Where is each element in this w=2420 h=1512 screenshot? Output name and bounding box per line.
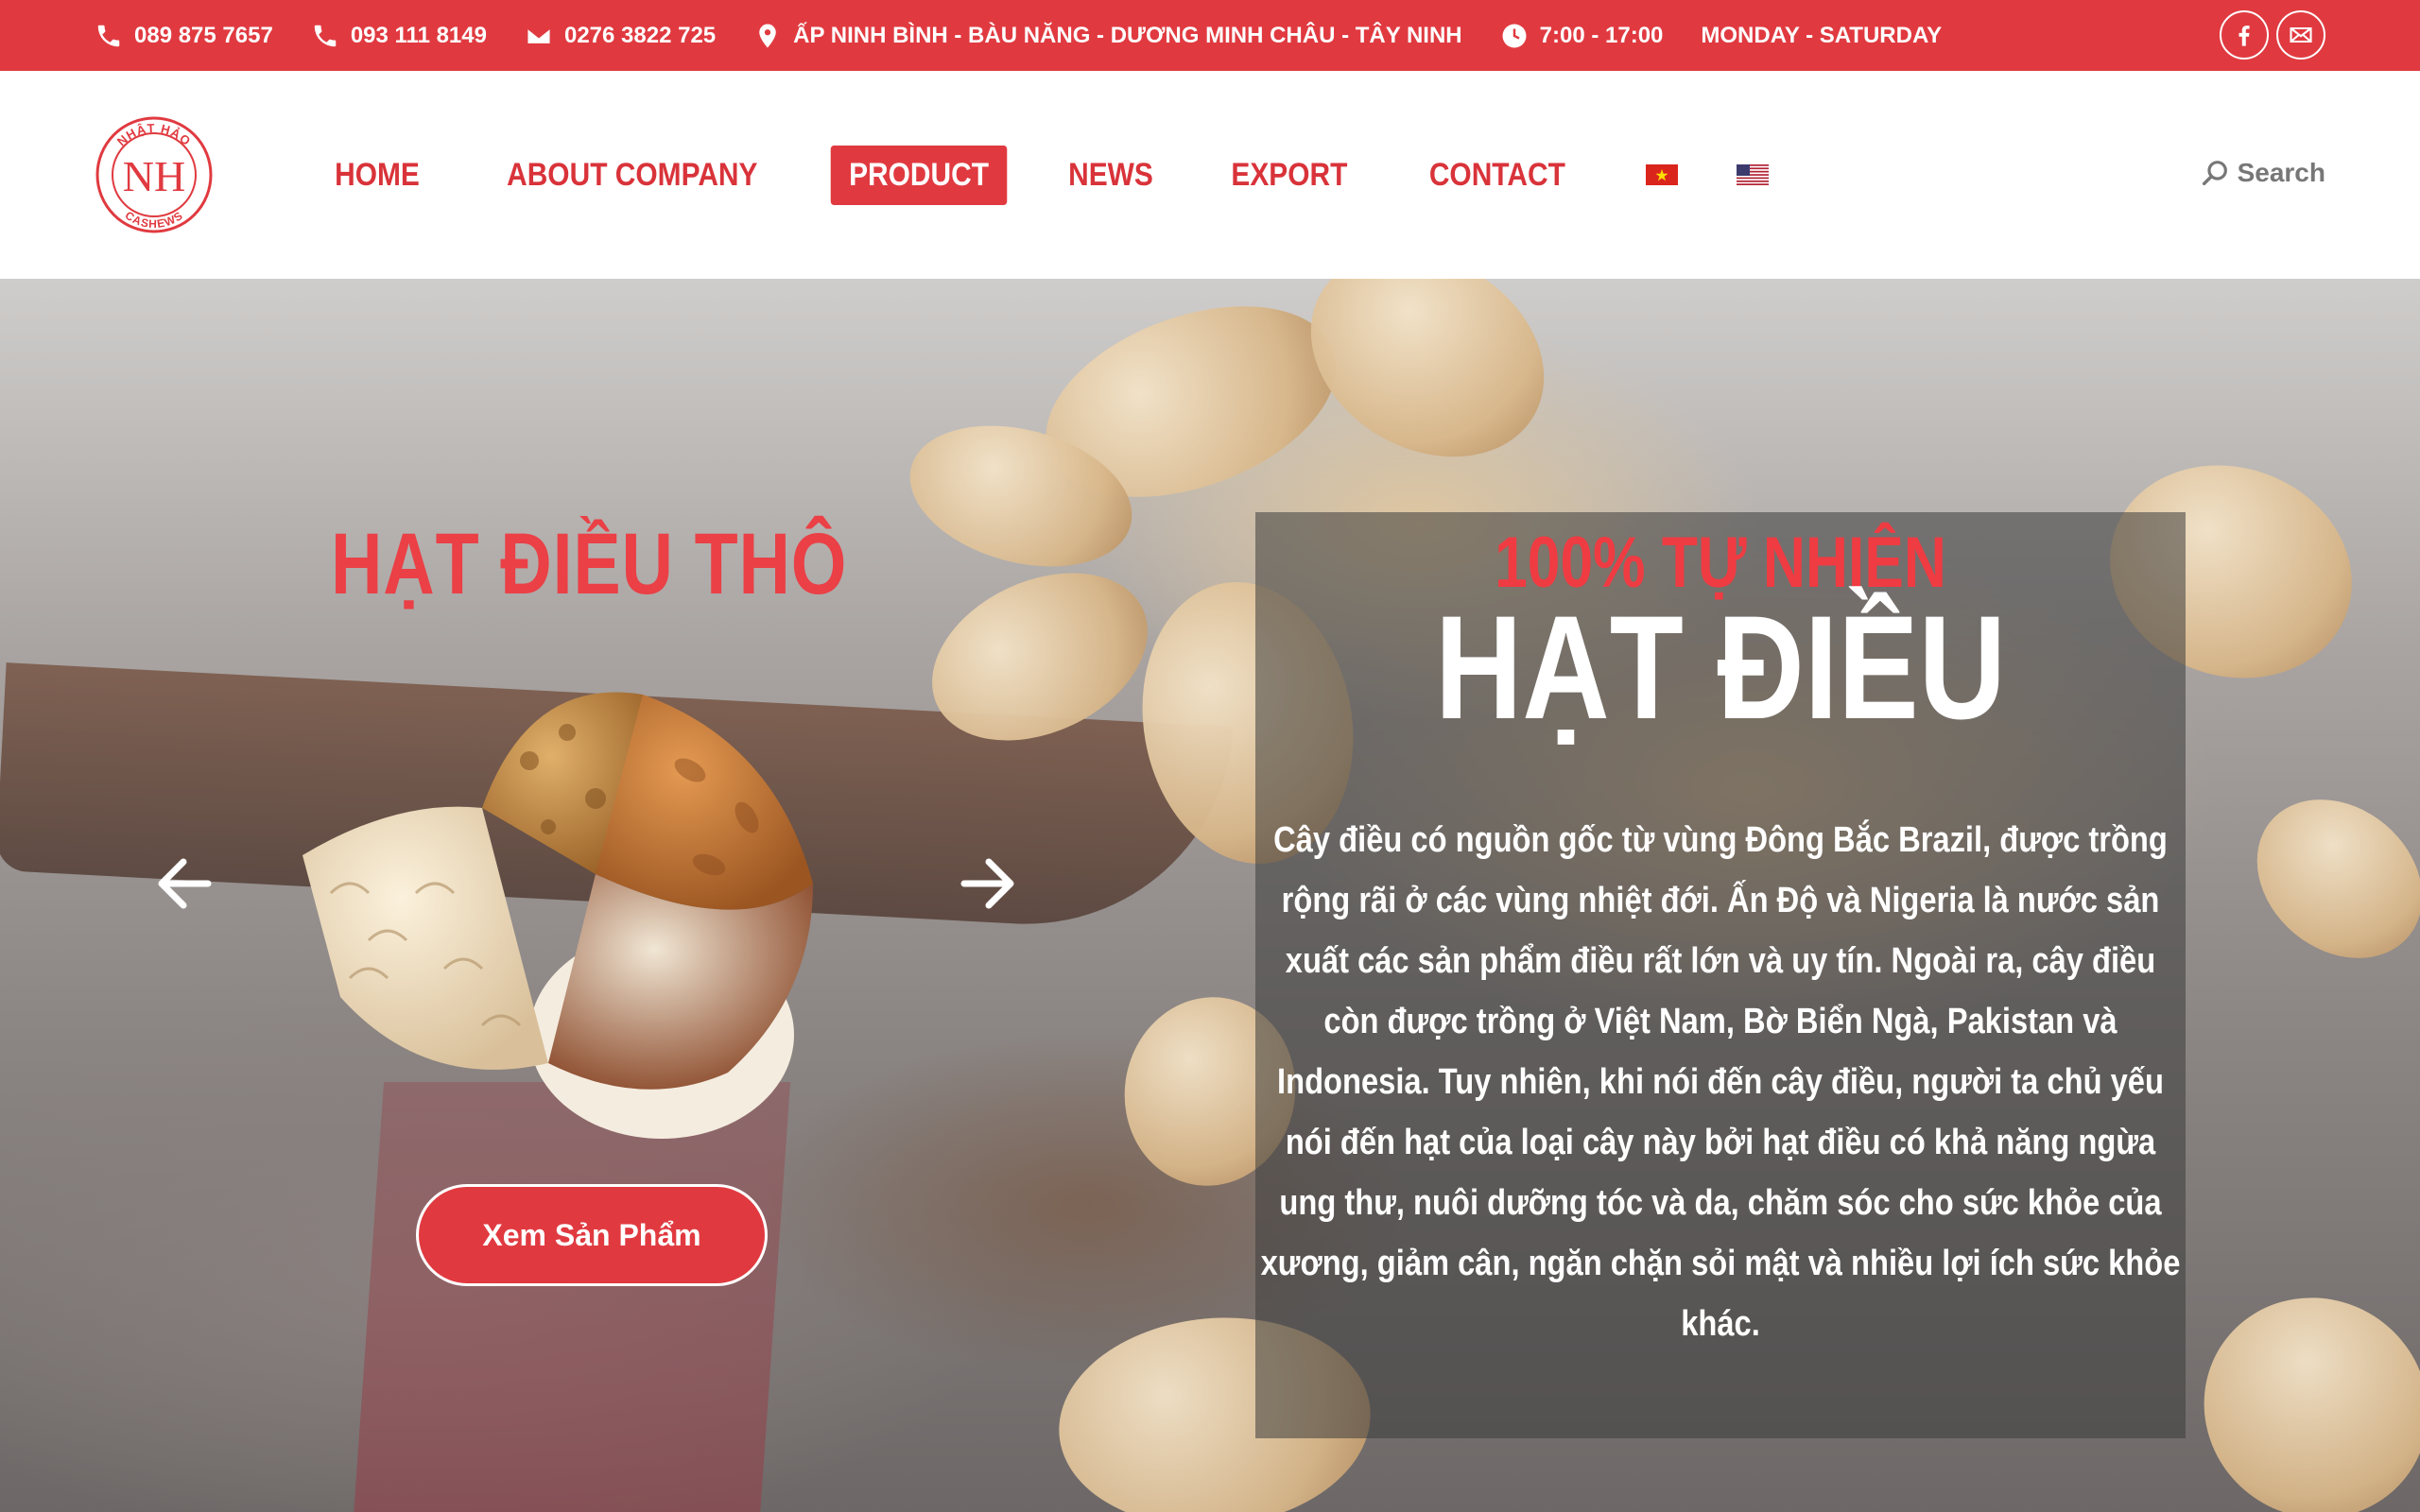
social-links bbox=[2220, 10, 2325, 60]
days-text: MONDAY - SATURDAY bbox=[1701, 22, 1943, 48]
hours-info: 7:00 - 17:00 bbox=[1500, 22, 1664, 50]
nav-export[interactable]: EXPORT bbox=[1213, 146, 1366, 205]
mixed-nuts-image bbox=[302, 692, 813, 1139]
nav-about-company[interactable]: ABOUT COMPANY bbox=[489, 146, 776, 205]
top-contact-bar: 089 875 7657 093 111 8149 0276 3822 725 … bbox=[0, 0, 2420, 71]
facebook-button[interactable] bbox=[2220, 10, 2269, 60]
nav-news[interactable]: NEWS bbox=[1049, 146, 1170, 205]
arrow-left-icon bbox=[158, 858, 212, 909]
phone-contact-2[interactable]: 093 111 8149 bbox=[311, 22, 487, 50]
main-navigation: HOME ABOUT COMPANY PRODUCT NEWS EXPORT C… bbox=[308, 145, 1799, 205]
hero-info-panel: 100% TỰ NHIÊN HẠT ĐIỀU Cây điều có nguồn… bbox=[1255, 512, 2186, 1438]
hero-slider: HẠT ĐIỀU THÔ Xem Sản Phẩm 100% TỰ NHIÊN … bbox=[0, 279, 2420, 1512]
fax-number: 0276 3822 725 bbox=[563, 22, 717, 48]
slider-prev-button[interactable] bbox=[151, 850, 217, 917]
panel-description: Cây điều có nguồn gốc từ vùng Đông Bắc B… bbox=[1260, 820, 2181, 1344]
location-pin-icon bbox=[759, 24, 776, 47]
address-contact: ẤP NINH BÌNH - BÀU NĂNG - DƯƠNG MINH CHÂ… bbox=[753, 22, 1462, 50]
cashew-decor bbox=[2160, 1253, 2420, 1512]
phone-number-2: 093 111 8149 bbox=[350, 22, 487, 48]
address-text: ẤP NINH BÌNH - BÀU NĂNG - DƯƠNG MINH CHÂ… bbox=[793, 22, 1462, 48]
vietnam-flag-icon[interactable] bbox=[1646, 164, 1679, 185]
usa-flag-icon[interactable] bbox=[1737, 164, 1770, 185]
logo-emblem: NHẬT HẢO CASHEWS NH bbox=[95, 116, 213, 233]
hours-text: 7:00 - 17:00 bbox=[1539, 22, 1664, 48]
clock-icon bbox=[1502, 24, 1527, 47]
phone-icon bbox=[97, 25, 120, 46]
envelope-icon bbox=[526, 26, 552, 45]
slider-next-button[interactable] bbox=[955, 850, 1021, 917]
search-icon bbox=[2202, 161, 2227, 186]
site-header: NHẬT HẢO CASHEWS NH HOME ABOUT COMPANY P… bbox=[0, 71, 2420, 279]
email-contact[interactable]: 0276 3822 725 bbox=[525, 22, 716, 50]
logo-mark-text: NH bbox=[123, 152, 185, 200]
hero-left-title: HẠT ĐIỀU THÔ bbox=[331, 516, 848, 612]
search-button[interactable]: Search bbox=[2200, 158, 2325, 188]
company-logo[interactable]: NHẬT HẢO CASHEWS NH bbox=[95, 115, 214, 234]
mail-button[interactable] bbox=[2276, 10, 2325, 60]
nav-home[interactable]: HOME bbox=[317, 146, 438, 205]
phone-icon bbox=[314, 25, 337, 46]
phone-number-1: 089 875 7657 bbox=[134, 22, 273, 48]
phone-contact-1[interactable]: 089 875 7657 bbox=[95, 22, 273, 50]
search-label: Search bbox=[2237, 158, 2325, 187]
nav-product[interactable]: PRODUCT bbox=[830, 145, 1007, 205]
facebook-icon bbox=[2238, 26, 2250, 46]
days-info: MONDAY - SATURDAY bbox=[1701, 23, 1942, 49]
nav-contact[interactable]: CONTACT bbox=[1410, 146, 1583, 205]
panel-title: HẠT ĐIỀU bbox=[1434, 586, 2007, 750]
cashew-decor bbox=[2225, 766, 2420, 991]
arrow-right-icon bbox=[960, 858, 1014, 909]
mail-icon bbox=[2290, 26, 2312, 43]
view-products-button[interactable]: Xem Sản Phẩm bbox=[416, 1184, 768, 1286]
